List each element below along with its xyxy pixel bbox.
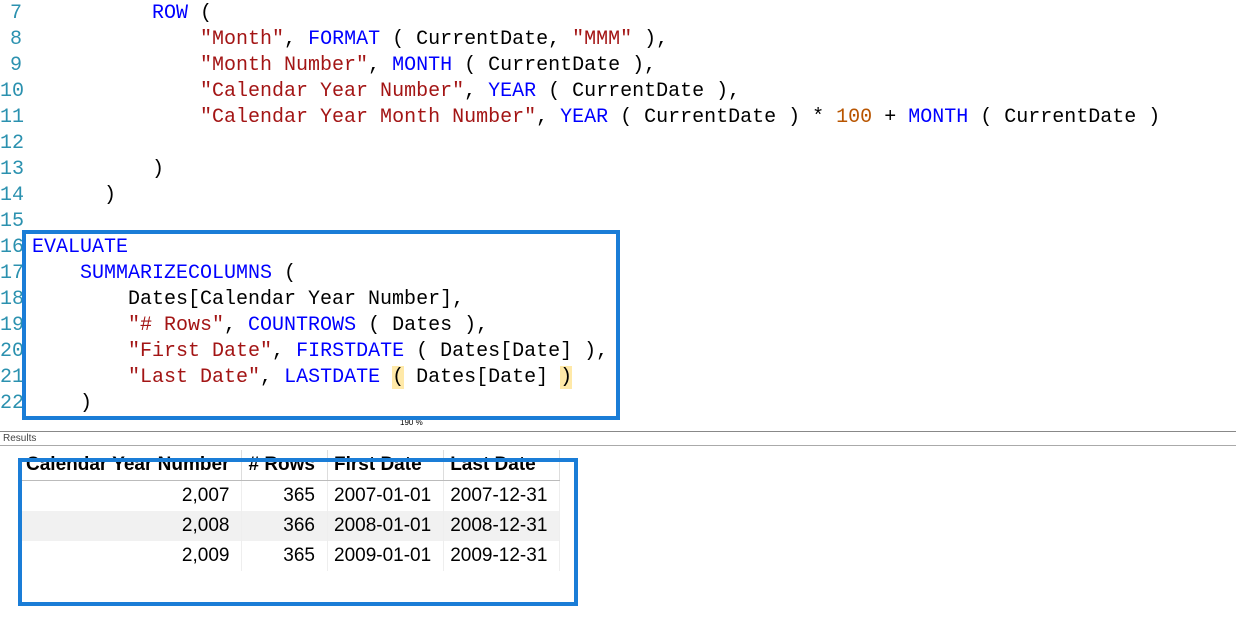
column-header[interactable]: Calendar Year Number <box>20 450 242 481</box>
line-number: 22 <box>0 392 28 415</box>
code-content[interactable]: "Last Date", LASTDATE ( Dates[Date] ) <box>28 366 572 389</box>
line-number: 11 <box>0 106 28 129</box>
table-cell: 2009-01-01 <box>328 541 444 571</box>
code-content[interactable]: EVALUATE <box>28 236 128 259</box>
results-tab[interactable]: Results <box>0 432 1236 446</box>
line-number: 9 <box>0 54 28 77</box>
code-line[interactable]: 16EVALUATE <box>0 234 1236 260</box>
column-header[interactable]: First Date <box>328 450 444 481</box>
table-row[interactable]: 2,0083662008-01-012008-12-31 <box>20 511 560 541</box>
code-line[interactable]: 20 "First Date", FIRSTDATE ( Dates[Date]… <box>0 338 1236 364</box>
table-cell: 365 <box>242 481 328 512</box>
table-row[interactable]: 2,0093652009-01-012009-12-31 <box>20 541 560 571</box>
table-cell: 2007-01-01 <box>328 481 444 512</box>
column-header[interactable]: Last Date <box>444 450 560 481</box>
code-line[interactable]: 8 "Month", FORMAT ( CurrentDate, "MMM" )… <box>0 26 1236 52</box>
table-cell: 2009-12-31 <box>444 541 560 571</box>
line-number: 17 <box>0 262 28 285</box>
table-cell: 2,009 <box>20 541 242 571</box>
table-cell: 2008-01-01 <box>328 511 444 541</box>
code-content[interactable]: "# Rows", COUNTROWS ( Dates ), <box>28 314 488 337</box>
line-number: 20 <box>0 340 28 363</box>
code-editor[interactable]: 7 ROW (8 "Month", FORMAT ( CurrentDate, … <box>0 0 1236 416</box>
code-content[interactable]: Dates[Calendar Year Number], <box>28 288 464 311</box>
code-content[interactable]: SUMMARIZECOLUMNS ( <box>28 262 296 285</box>
code-content[interactable] <box>28 210 44 233</box>
code-content[interactable]: "First Date", FIRSTDATE ( Dates[Date] ), <box>28 340 608 363</box>
code-line[interactable]: 7 ROW ( <box>0 0 1236 26</box>
table-cell: 365 <box>242 541 328 571</box>
line-number: 13 <box>0 158 28 181</box>
code-line[interactable]: 15 <box>0 208 1236 234</box>
code-content[interactable]: "Month Number", MONTH ( CurrentDate ), <box>28 54 656 77</box>
table-cell: 2008-12-31 <box>444 511 560 541</box>
table-cell: 2007-12-31 <box>444 481 560 512</box>
code-line[interactable]: 22 ) <box>0 390 1236 416</box>
code-content[interactable]: ) <box>28 392 92 415</box>
line-number: 8 <box>0 28 28 51</box>
line-number: 15 <box>0 210 28 233</box>
table-cell: 2,008 <box>20 511 242 541</box>
line-number: 21 <box>0 366 28 389</box>
code-line[interactable]: 18 Dates[Calendar Year Number], <box>0 286 1236 312</box>
code-line[interactable]: 11 "Calendar Year Month Number", YEAR ( … <box>0 104 1236 130</box>
code-line[interactable]: 13 ) <box>0 156 1236 182</box>
line-number: 18 <box>0 288 28 311</box>
line-number: 10 <box>0 80 28 103</box>
code-content[interactable]: ROW ( <box>28 2 212 25</box>
code-line[interactable]: 12 <box>0 130 1236 156</box>
results-pane: Calendar Year Number# RowsFirst DateLast… <box>0 446 1236 571</box>
code-content[interactable]: "Month", FORMAT ( CurrentDate, "MMM" ), <box>28 28 668 51</box>
code-line[interactable]: 10 "Calendar Year Number", YEAR ( Curren… <box>0 78 1236 104</box>
table-cell: 366 <box>242 511 328 541</box>
zoom-level: 190 % <box>400 418 1236 427</box>
column-header[interactable]: # Rows <box>242 450 328 481</box>
code-line[interactable]: 14 ) <box>0 182 1236 208</box>
line-number: 19 <box>0 314 28 337</box>
line-number: 7 <box>0 2 28 25</box>
code-line[interactable]: 21 "Last Date", LASTDATE ( Dates[Date] ) <box>0 364 1236 390</box>
code-content[interactable]: ) <box>28 184 116 207</box>
code-content[interactable]: ) <box>28 158 164 181</box>
line-number: 12 <box>0 132 28 155</box>
line-number: 16 <box>0 236 28 259</box>
code-content[interactable]: "Calendar Year Month Number", YEAR ( Cur… <box>28 106 1160 129</box>
code-content[interactable]: "Calendar Year Number", YEAR ( CurrentDa… <box>28 80 740 103</box>
table-row[interactable]: 2,0073652007-01-012007-12-31 <box>20 481 560 512</box>
table-cell: 2,007 <box>20 481 242 512</box>
line-number: 14 <box>0 184 28 207</box>
results-table[interactable]: Calendar Year Number# RowsFirst DateLast… <box>20 450 560 571</box>
code-line[interactable]: 9 "Month Number", MONTH ( CurrentDate ), <box>0 52 1236 78</box>
code-line[interactable]: 19 "# Rows", COUNTROWS ( Dates ), <box>0 312 1236 338</box>
code-line[interactable]: 17 SUMMARIZECOLUMNS ( <box>0 260 1236 286</box>
code-content[interactable] <box>28 132 44 155</box>
